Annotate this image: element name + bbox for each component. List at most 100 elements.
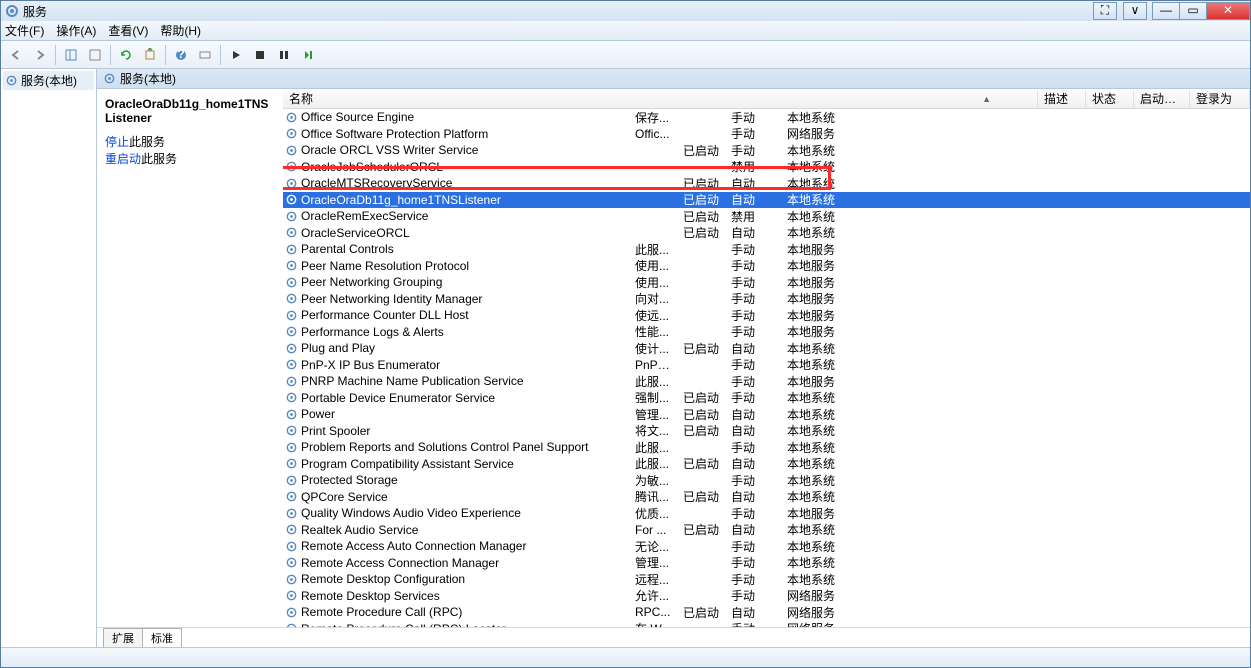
list-body[interactable]: Office Source Engine保存...手动本地系统Office So… bbox=[283, 109, 1250, 627]
service-desc-cell: 在 W... bbox=[629, 620, 677, 627]
column-logon[interactable]: 登录为 bbox=[1190, 90, 1250, 107]
service-desc-cell: 此服... bbox=[629, 241, 677, 258]
back-button[interactable] bbox=[5, 44, 27, 66]
gear-icon bbox=[285, 292, 298, 305]
service-row[interactable]: OracleJobSchedulerORCL禁用本地系统 bbox=[283, 159, 1250, 176]
service-row[interactable]: Quality Windows Audio Video Experience优质… bbox=[283, 505, 1250, 522]
service-row[interactable]: Program Compatibility Assistant Service此… bbox=[283, 456, 1250, 473]
properties-button[interactable] bbox=[84, 44, 106, 66]
service-name-cell: Office Software Protection Platform bbox=[301, 127, 488, 141]
service-row[interactable]: OracleRemExecService已启动禁用本地系统 bbox=[283, 208, 1250, 225]
restart-service-button[interactable] bbox=[297, 44, 319, 66]
dropdown-icon[interactable]: ∨ bbox=[1123, 2, 1147, 20]
toolbar-separator bbox=[220, 45, 221, 65]
service-startup-cell: 手动 bbox=[725, 554, 781, 571]
help-button[interactable]: ? bbox=[170, 44, 192, 66]
service-row[interactable]: Peer Name Resolution Protocol使用...手动本地服务 bbox=[283, 258, 1250, 275]
service-row[interactable]: Peer Networking Identity Manager向对...手动本… bbox=[283, 291, 1250, 308]
service-row[interactable]: OracleOraDb11g_home1TNSListener已启动自动本地系统 bbox=[283, 192, 1250, 209]
column-startup[interactable]: 启动类型 bbox=[1134, 90, 1190, 107]
service-status-cell: 已启动 bbox=[677, 191, 725, 208]
service-startup-cell: 手动 bbox=[725, 142, 781, 159]
restart-service-link[interactable]: 重启动 bbox=[105, 152, 141, 166]
column-name[interactable]: 名称▲ bbox=[283, 90, 1038, 107]
forward-button[interactable] bbox=[29, 44, 51, 66]
service-row[interactable]: Office Source Engine保存...手动本地系统 bbox=[283, 109, 1250, 126]
service-row[interactable]: OracleServiceORCL已启动自动本地系统 bbox=[283, 225, 1250, 242]
tab-standard[interactable]: 标准 bbox=[142, 628, 182, 647]
service-row[interactable]: Remote Procedure Call (RPC) Locator在 W..… bbox=[283, 621, 1250, 628]
column-desc[interactable]: 描述 bbox=[1038, 90, 1086, 107]
service-logon-cell: 本地系统 bbox=[781, 356, 841, 373]
service-name-cell: Remote Desktop Configuration bbox=[301, 572, 465, 586]
service-desc-cell: 为敏... bbox=[629, 472, 677, 489]
service-row[interactable]: Power管理...已启动自动本地系统 bbox=[283, 406, 1250, 423]
service-row[interactable]: Remote Desktop Services允许...手动网络服务 bbox=[283, 588, 1250, 605]
service-row[interactable]: Peer Networking Grouping使用...手动本地服务 bbox=[283, 274, 1250, 291]
service-desc-cell: 使远... bbox=[629, 307, 677, 324]
start-service-button[interactable] bbox=[225, 44, 247, 66]
service-status-cell: 已启动 bbox=[677, 389, 725, 406]
gear-icon bbox=[285, 391, 298, 404]
service-row[interactable]: Problem Reports and Solutions Control Pa… bbox=[283, 439, 1250, 456]
service-row[interactable]: Protected Storage为敏...手动本地系统 bbox=[283, 472, 1250, 489]
service-row[interactable]: Parental Controls此服...手动本地服务 bbox=[283, 241, 1250, 258]
service-desc-cell: 此服... bbox=[629, 455, 677, 472]
service-startup-cell: 自动 bbox=[725, 604, 781, 621]
service-row[interactable]: Remote Procedure Call (RPC)RPC...已启动自动网络… bbox=[283, 604, 1250, 621]
gear-icon bbox=[285, 375, 298, 388]
menu-view[interactable]: 查看(V) bbox=[108, 22, 148, 39]
stop-service-link[interactable]: 停止 bbox=[105, 135, 129, 149]
service-logon-cell: 本地系统 bbox=[781, 439, 841, 456]
tab-extended[interactable]: 扩展 bbox=[103, 628, 143, 647]
service-name-cell: Peer Networking Grouping bbox=[301, 275, 442, 289]
service-startup-cell: 自动 bbox=[725, 340, 781, 357]
service-row[interactable]: Remote Access Connection Manager管理...手动本… bbox=[283, 555, 1250, 572]
service-row[interactable]: QPCore Service腾讯...已启动自动本地系统 bbox=[283, 489, 1250, 506]
maximize-button[interactable]: ▭ bbox=[1179, 2, 1207, 20]
service-row[interactable]: Remote Desktop Configuration远程...手动本地系统 bbox=[283, 571, 1250, 588]
service-row[interactable]: Print Spooler将文...已启动自动本地系统 bbox=[283, 423, 1250, 440]
service-row[interactable]: Office Software Protection PlatformOffic… bbox=[283, 126, 1250, 143]
expand-icon[interactable]: ⛶ bbox=[1093, 2, 1117, 20]
service-name-cell: Office Source Engine bbox=[301, 110, 414, 124]
service-status-cell: 已启动 bbox=[677, 604, 725, 621]
tree-root-item[interactable]: 服务(本地) bbox=[3, 71, 94, 90]
service-logon-cell: 本地系统 bbox=[781, 488, 841, 505]
column-status[interactable]: 状态 bbox=[1086, 90, 1134, 107]
gear-icon bbox=[285, 144, 298, 157]
service-row[interactable]: PnP-X IP Bus EnumeratorPnP-...手动本地系统 bbox=[283, 357, 1250, 374]
gear-icon bbox=[285, 309, 298, 322]
refresh-button[interactable] bbox=[115, 44, 137, 66]
service-logon-cell: 网络服务 bbox=[781, 125, 841, 142]
service-desc-cell: 腾讯... bbox=[629, 488, 677, 505]
service-logon-cell: 本地系统 bbox=[781, 472, 841, 489]
service-startup-cell: 手动 bbox=[725, 389, 781, 406]
show-hide-tree-button[interactable] bbox=[60, 44, 82, 66]
action-button[interactable] bbox=[194, 44, 216, 66]
stop-service-button[interactable] bbox=[249, 44, 271, 66]
pause-service-button[interactable] bbox=[273, 44, 295, 66]
menu-file[interactable]: 文件(F) bbox=[5, 22, 44, 39]
service-row[interactable]: Plug and Play使计...已启动自动本地系统 bbox=[283, 340, 1250, 357]
service-row[interactable]: Performance Logs & Alerts性能...手动本地服务 bbox=[283, 324, 1250, 341]
service-row[interactable]: Oracle ORCL VSS Writer Service已启动手动本地系统 bbox=[283, 142, 1250, 159]
service-row[interactable]: Performance Counter DLL Host使远...手动本地服务 bbox=[283, 307, 1250, 324]
service-row[interactable]: Realtek Audio ServiceFor ...已启动自动本地系统 bbox=[283, 522, 1250, 539]
menu-help[interactable]: 帮助(H) bbox=[160, 22, 201, 39]
gear-icon bbox=[285, 276, 298, 289]
service-logon-cell: 本地服务 bbox=[781, 505, 841, 522]
service-row[interactable]: PNRP Machine Name Publication Service此服.… bbox=[283, 373, 1250, 390]
export-button[interactable] bbox=[139, 44, 161, 66]
services-list: 名称▲ 描述 状态 启动类型 登录为 Office Source Engine保… bbox=[283, 89, 1250, 627]
minimize-button[interactable]: — bbox=[1152, 2, 1180, 20]
menu-action[interactable]: 操作(A) bbox=[56, 22, 96, 39]
service-row[interactable]: Remote Access Auto Connection Manager无论.… bbox=[283, 538, 1250, 555]
service-row[interactable]: OracleMTSRecoveryService已启动自动本地系统 bbox=[283, 175, 1250, 192]
service-startup-cell: 自动 bbox=[725, 191, 781, 208]
gear-icon bbox=[285, 111, 298, 124]
service-name-cell: OracleJobSchedulerORCL bbox=[301, 160, 443, 174]
close-button[interactable]: ✕ bbox=[1206, 2, 1250, 20]
service-row[interactable]: Portable Device Enumerator Service强制...已… bbox=[283, 390, 1250, 407]
service-logon-cell: 本地系统 bbox=[781, 538, 841, 555]
